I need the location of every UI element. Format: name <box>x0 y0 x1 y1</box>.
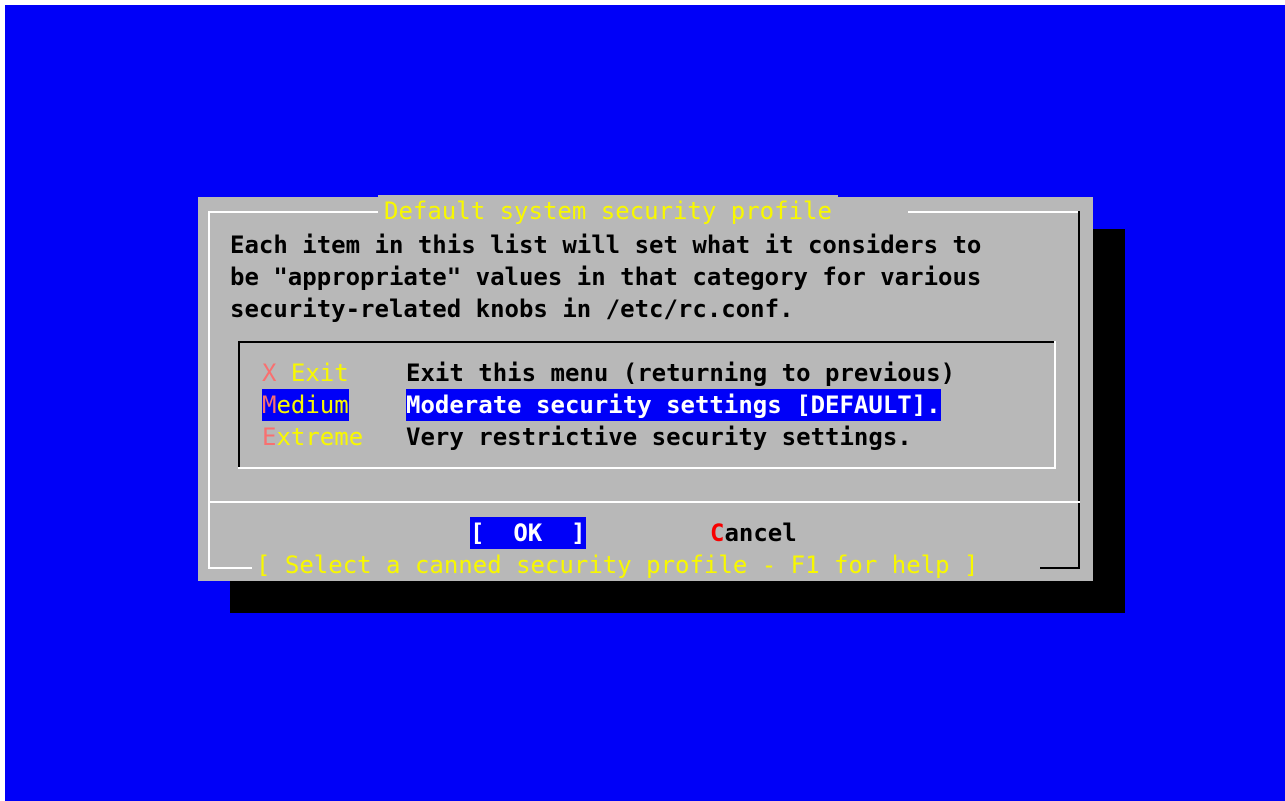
menu-item-label: Moderate security settings [DEFAULT]. <box>406 389 941 421</box>
cancel-button[interactable]: Cancel <box>710 517 797 549</box>
security-profile-dialog: Default system security profile Each ite… <box>198 195 1093 581</box>
description-line-1: Each item in this list will set what it … <box>230 231 982 259</box>
menu-border-top <box>238 341 1056 343</box>
menu-list: X Exit Exit this menu (returning to prev… <box>238 341 1056 469</box>
menu-border-bottom <box>238 467 1056 469</box>
menu-item-key: Medium <box>262 389 349 421</box>
lower-border-right <box>1078 503 1080 569</box>
dialog-border-top-right <box>908 211 1078 213</box>
dialog-border-left <box>208 211 210 503</box>
menu-border-right <box>1054 341 1056 469</box>
button-separator <box>208 501 1080 503</box>
lower-border-left <box>208 503 210 569</box>
menu-item-key: Extreme <box>262 423 364 451</box>
ok-button[interactable]: [ OK ] <box>470 517 586 549</box>
menu-item-label: Very restrictive security settings. <box>406 423 912 451</box>
dialog-border-right <box>1078 211 1080 503</box>
menu-item-extreme[interactable]: Extreme Very restrictive security settin… <box>238 421 1018 453</box>
menu-item-medium[interactable]: Medium Moderate security settings [DEFAU… <box>238 389 1018 421</box>
menu-item-key: X Exit <box>262 359 349 387</box>
dialog-border-top-left <box>208 211 378 213</box>
bottom-border-left <box>208 567 252 569</box>
bottom-border-right <box>1040 567 1080 569</box>
terminal-screen: Default system security profile Each ite… <box>5 5 1285 801</box>
menu-item-exit[interactable]: X Exit Exit this menu (returning to prev… <box>238 357 1018 389</box>
menu-item-label: Exit this menu (returning to previous) <box>406 359 956 387</box>
dialog-footer: [ Select a canned security profile - F1 … <box>254 549 981 581</box>
description-line-2: be "appropriate" values in that category… <box>230 263 982 291</box>
dialog-title: Default system security profile <box>378 195 838 227</box>
description-line-3: security-related knobs in /etc/rc.conf. <box>230 295 794 323</box>
